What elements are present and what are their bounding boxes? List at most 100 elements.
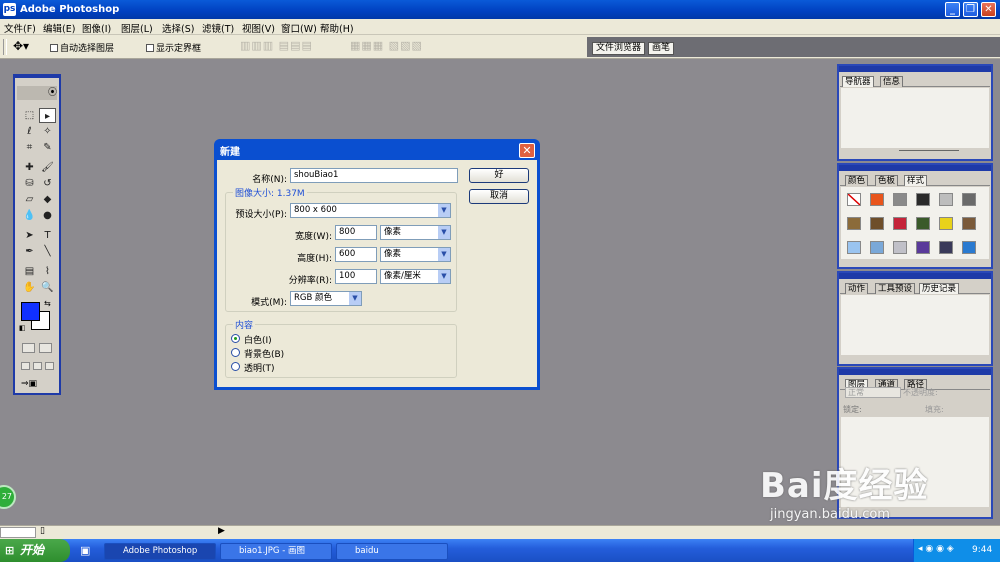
- show-desktop-icon[interactable]: ▣: [80, 544, 90, 557]
- preset-select[interactable]: 800 x 600 ▼: [290, 203, 451, 218]
- dialog-close-button[interactable]: ✕: [519, 143, 535, 158]
- screen-mode-full-menu-icon[interactable]: [33, 362, 42, 370]
- marquee-tool-icon[interactable]: ⬚: [21, 108, 38, 123]
- screen-mode-full-icon[interactable]: [45, 362, 54, 370]
- doc-info-icon[interactable]: ▯: [40, 526, 45, 536]
- style-swatch[interactable]: [870, 241, 884, 254]
- style-swatch[interactable]: [962, 217, 976, 230]
- swap-colors-icon[interactable]: ⇆: [44, 299, 51, 308]
- minimize-button[interactable]: _: [945, 2, 960, 17]
- height-unit-select[interactable]: 像素 ▼: [380, 247, 451, 262]
- hand-tool-icon[interactable]: ✋: [21, 280, 38, 295]
- tab-swatches[interactable]: 色板: [875, 175, 899, 186]
- name-field[interactable]: shouBiao1: [290, 168, 458, 183]
- slice-tool-icon[interactable]: ✎: [39, 140, 56, 155]
- tab-navigator[interactable]: 导航器: [842, 76, 874, 87]
- mode-select[interactable]: RGB 颜色 ▼: [290, 291, 362, 306]
- menu-window[interactable]: 窗口(W): [281, 21, 317, 35]
- paint-bucket-icon[interactable]: ◆: [39, 192, 56, 207]
- crop-tool-icon[interactable]: ⌗: [21, 140, 38, 155]
- default-colors-icon[interactable]: ◧: [19, 324, 26, 332]
- menu-filter[interactable]: 滤镜(T): [202, 21, 234, 35]
- style-swatch[interactable]: [870, 193, 884, 206]
- style-swatch[interactable]: [962, 193, 976, 206]
- quick-mask-icon[interactable]: [39, 343, 52, 353]
- menu-file[interactable]: 文件(F): [4, 21, 36, 35]
- eraser-tool-icon[interactable]: ▱: [21, 192, 38, 207]
- style-swatch[interactable]: [893, 193, 907, 206]
- eyedropper-icon[interactable]: ⌇: [39, 264, 56, 279]
- type-tool-icon[interactable]: T: [39, 228, 56, 243]
- dodge-tool-icon[interactable]: ●: [39, 208, 56, 223]
- auto-select-checkbox[interactable]: 自动选择图层: [50, 41, 114, 54]
- path-select-icon[interactable]: ➤: [21, 228, 38, 243]
- healing-brush-icon[interactable]: ✚: [21, 160, 38, 175]
- blend-mode-select[interactable]: 正常: [845, 387, 901, 398]
- status-arrow-icon[interactable]: ▶: [218, 526, 225, 536]
- style-swatch[interactable]: [893, 217, 907, 230]
- style-swatch[interactable]: [939, 241, 953, 254]
- taskbar-item-baidu-folder[interactable]: baidu: [336, 543, 448, 560]
- history-brush-icon[interactable]: ↺: [39, 176, 56, 191]
- style-swatch[interactable]: [916, 193, 930, 206]
- tab-color[interactable]: 颜色: [845, 175, 869, 186]
- tab-styles[interactable]: 样式: [904, 175, 928, 186]
- floating-badge[interactable]: 27: [0, 485, 16, 509]
- height-field[interactable]: 600: [335, 247, 377, 262]
- style-swatch[interactable]: [916, 217, 930, 230]
- taskbar-item-photoshop[interactable]: Adobe Photoshop: [104, 543, 216, 560]
- style-none-icon[interactable]: [847, 193, 861, 206]
- menu-edit[interactable]: 编辑(E): [43, 21, 75, 35]
- move-tool-icon[interactable]: ▸: [39, 108, 56, 123]
- menu-view[interactable]: 视图(V): [242, 21, 275, 35]
- start-button[interactable]: ⊞ 开始: [0, 539, 70, 562]
- menu-layer[interactable]: 图层(L): [121, 21, 153, 35]
- style-swatch[interactable]: [893, 241, 907, 254]
- blur-tool-icon[interactable]: 💧: [21, 208, 38, 223]
- brush-tool-icon[interactable]: 🖌: [39, 160, 56, 175]
- content-transparent-radio[interactable]: 透明(T): [231, 361, 321, 374]
- tab-brushes[interactable]: 画笔: [648, 42, 675, 55]
- content-background-radio[interactable]: 背景色(B): [231, 347, 321, 360]
- style-swatch[interactable]: [847, 217, 861, 230]
- style-swatch[interactable]: [916, 241, 930, 254]
- menu-help[interactable]: 帮助(H): [320, 21, 354, 35]
- pen-tool-icon[interactable]: ✒: [21, 244, 38, 259]
- screen-mode-standard-icon[interactable]: [21, 362, 30, 370]
- close-button[interactable]: ✕: [981, 2, 996, 17]
- zoom-slider[interactable]: [899, 150, 959, 154]
- menu-select[interactable]: 选择(S): [162, 21, 194, 35]
- resolution-unit-select[interactable]: 像素/厘米 ▼: [380, 269, 451, 284]
- standard-mode-icon[interactable]: [22, 343, 35, 353]
- menu-image[interactable]: 图像(I): [82, 21, 111, 35]
- show-bounds-checkbox[interactable]: 显示定界框: [146, 41, 201, 54]
- style-swatch[interactable]: [870, 217, 884, 230]
- stamp-tool-icon[interactable]: ⛁: [21, 176, 38, 191]
- restore-button[interactable]: ❐: [963, 2, 978, 17]
- style-swatch[interactable]: [939, 217, 953, 230]
- tab-info[interactable]: 信息: [880, 76, 904, 87]
- foreground-color-swatch[interactable]: [21, 302, 40, 321]
- tab-tool-presets[interactable]: 工具预设: [875, 283, 916, 294]
- ok-button[interactable]: 好: [469, 168, 529, 183]
- tray-icons[interactable]: ◂ ◉ ◉ ◈: [918, 544, 954, 554]
- style-swatch[interactable]: [939, 193, 953, 206]
- zoom-field[interactable]: [0, 527, 36, 538]
- jump-to-imageready-icon[interactable]: ⇒▣: [21, 379, 55, 390]
- resolution-field[interactable]: 100: [335, 269, 377, 284]
- width-unit-select[interactable]: 像素 ▼: [380, 225, 451, 240]
- move-tool-icon[interactable]: ✥▾: [13, 39, 29, 53]
- tab-history[interactable]: 历史记录: [919, 283, 960, 294]
- line-tool-icon[interactable]: ╲: [39, 244, 56, 259]
- zoom-tool-icon[interactable]: 🔍: [39, 280, 56, 295]
- taskbar-item-paint[interactable]: biao1.JPG - 画图: [220, 543, 332, 560]
- style-swatch[interactable]: [847, 241, 861, 254]
- magic-wand-icon[interactable]: ✧: [39, 124, 56, 139]
- style-swatch[interactable]: [962, 241, 976, 254]
- content-white-radio[interactable]: 白色(I): [231, 333, 321, 346]
- tab-file-browser[interactable]: 文件浏览器: [592, 42, 646, 55]
- width-field[interactable]: 800: [335, 225, 377, 240]
- notes-tool-icon[interactable]: ▤: [21, 264, 38, 279]
- tab-actions[interactable]: 动作: [845, 283, 869, 294]
- cancel-button[interactable]: 取消: [469, 189, 529, 204]
